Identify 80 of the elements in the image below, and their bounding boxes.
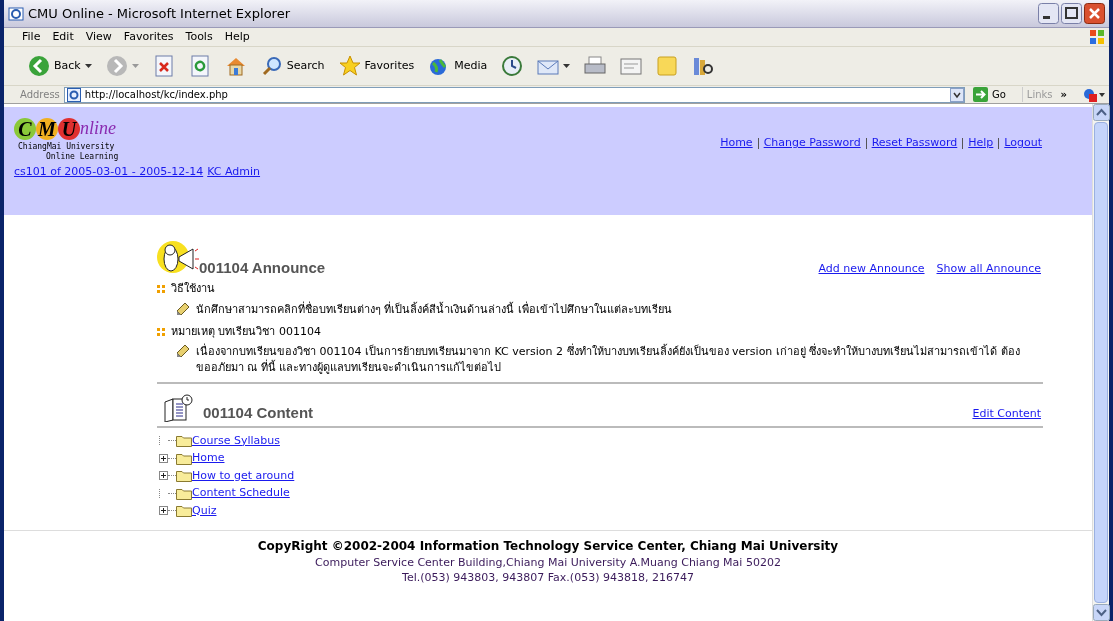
folder-icon [176,486,192,500]
address-text: Computer Service Center Building,Chiang Mai University A.Muang Chiang Mai 50202 [315,554,781,570]
books-icon [692,55,715,77]
sticky-note-icon [656,55,679,77]
section-title: 001104 Content [203,402,314,423]
document-icon [620,55,643,77]
menu-item[interactable]: Favorites [117,28,180,46]
scroll-down-icon[interactable] [1093,604,1110,621]
star-icon [338,55,361,77]
section-title: 001104 Announce [199,257,326,278]
user-link[interactable]: KC Admin [207,164,261,181]
windows-flag-icon [1089,29,1105,45]
scrollbar[interactable] [1092,104,1109,621]
toolbar-button[interactable]: Search [256,51,329,81]
toolbar-button[interactable]: Media [424,51,492,81]
menu-item[interactable]: Edit [46,28,80,46]
bullet-icon [157,327,165,336]
address-label: Address [20,88,60,102]
minimize-icon[interactable] [1038,3,1059,24]
arrow-right-icon [972,87,988,102]
menu-item[interactable]: File [16,28,47,46]
pdf-icon [1083,87,1097,102]
menu-item[interactable]: Help [218,28,256,46]
nav-link[interactable]: Reset Password [871,135,958,152]
toolbar-button[interactable] [1083,87,1105,102]
tree-item-link[interactable]: Quiz [192,502,217,519]
dropdown-icon[interactable] [949,87,964,102]
browser-icon [8,5,24,22]
browser-icon [66,87,81,102]
edit-content-link[interactable]: Edit Content [972,405,1041,422]
close-icon[interactable] [1084,3,1105,24]
window-title: CMU Online - Microsoft Internet Explorer [28,4,291,23]
chevron-button[interactable]: » [1056,87,1071,102]
bullet-icon [157,285,165,294]
nav-link[interactable]: Logout [1004,135,1042,152]
search-icon [260,55,283,77]
tree-item-link[interactable]: Content Schedule [192,485,290,502]
announce-heading: วิธีใช้งาน [171,281,215,297]
folder-icon [176,451,192,465]
nav-link[interactable]: Help [968,135,994,152]
folder-icon [176,434,192,448]
copyright-text: CopyRight ©2002-2004 Information Technology Service Center, Chiang Mai University [257,537,839,555]
folder-icon [176,504,192,518]
tree-item-link[interactable]: How to get around [192,467,295,484]
tree-item-link[interactable]: Course Syllabus [192,432,280,449]
caret-icon [563,64,571,68]
scroll-up-icon[interactable] [1093,104,1110,121]
course-link[interactable]: cs101 of 2005-03-01 - 2005-12-14 [14,164,204,181]
scroll-thumb[interactable] [1094,122,1108,603]
nav-link[interactable]: Change Password [763,135,861,152]
go-button[interactable]: Go [968,87,1010,102]
caret-icon [131,64,139,68]
site-logo: C M U nline ChiangMai University Online Learning [14,115,119,162]
announce-link[interactable]: Add new Announce [818,260,925,277]
pencil-icon [176,344,190,358]
nav-link[interactable]: Home [720,135,753,152]
folder-icon [176,469,192,483]
toolbar-button[interactable]: Favorites [334,51,419,81]
address-text: Tel.(053) 943803, 943807 Fax.(053) 943818, 216747 [402,569,694,585]
refresh-icon [188,55,211,77]
stop-icon [152,55,175,77]
tree-item-link[interactable]: Home [192,450,225,467]
announce-heading: หมายเหตุ บทเรียนวิชา 001104 [171,323,321,340]
printer-icon [584,55,607,77]
announce-text: เนื่องจากบทเรียนของวิชา 001104 เป็นการย้ายบทเรียนมาจาก KC version 2 ซึ่งทำให้บางบทเรียนลิ้งค์ยังเป็นของ version เก่าอยู่ ซึ่งจะทำให้บางบทเรียนไม่สามารถเข้าได้ ต้องขออภัยมา ณ ที่นี้ และทางผู้ดูแลบทเรียนจะดำเนินการแก้ไขต่อไป [196,344,1021,376]
caret-icon [1099,92,1105,97]
expand-plus-icon[interactable] [159,453,168,463]
clock-icon [501,55,524,77]
menu-item[interactable]: View [79,28,118,46]
expand-plus-icon[interactable] [159,506,168,516]
announce-link[interactable]: Show all Announce [936,260,1041,277]
caret-icon [84,64,92,68]
book-icon [163,394,193,422]
maximize-icon[interactable] [1061,3,1082,24]
address-field[interactable]: http://localhost/kc/index.php [63,86,965,103]
menu-item[interactable]: Tools [179,28,219,46]
expand-plus-icon[interactable] [159,471,168,481]
pencil-icon [176,301,190,316]
toolbar-button[interactable]: Back [24,51,96,81]
announce-text: นักศึกษาสามารถคลิกที่ชื่อบทเรียนต่างๆ ที่เป็นลิ้งค์สีน้ำเงินด้านล่างนี้ เพื่อเข้าไปศึกษาในแต่ละบทเรียน [196,301,673,318]
